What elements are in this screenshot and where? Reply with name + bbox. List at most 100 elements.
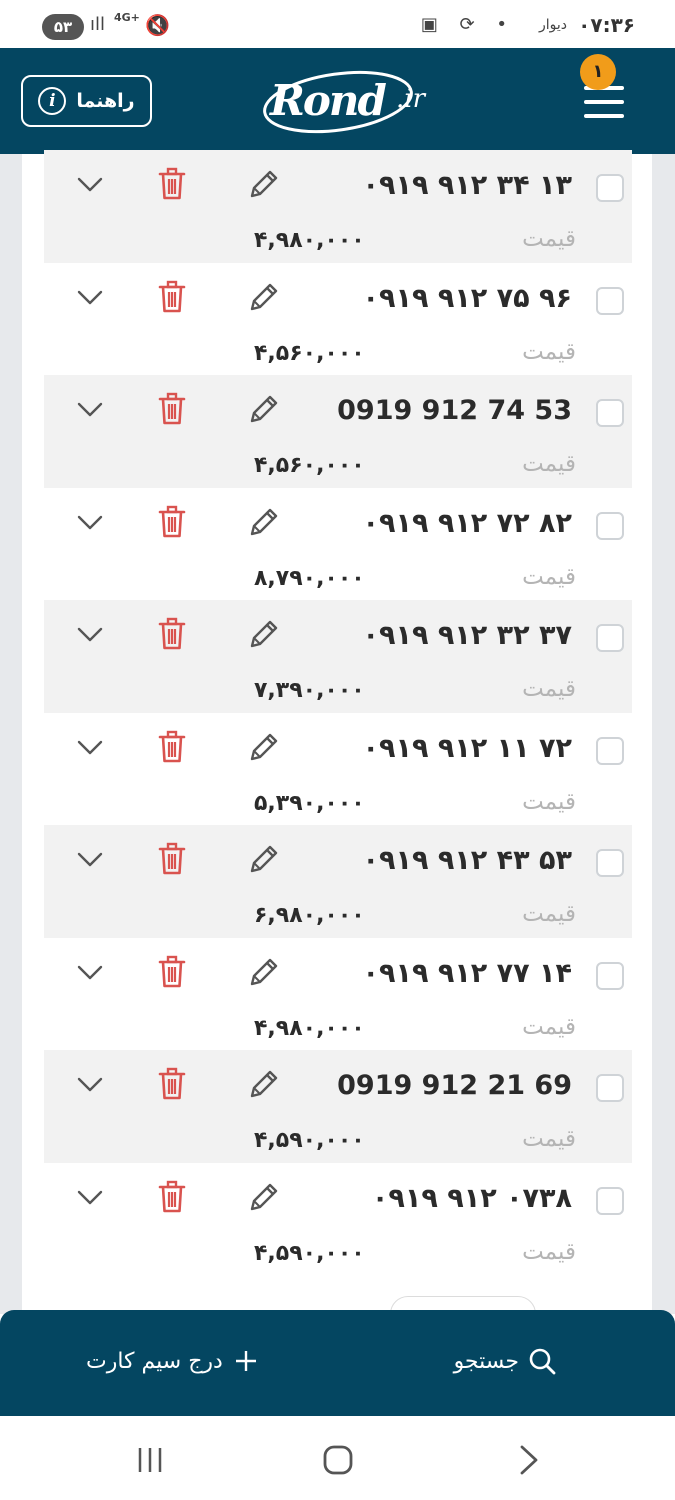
chevron-down-icon[interactable] [70,1064,110,1104]
pencil-icon[interactable] [244,614,284,654]
trash-icon[interactable] [152,389,192,429]
row-checkbox[interactable] [596,961,624,990]
price-label: قیمت [522,338,576,365]
chevron-down-icon[interactable] [70,164,110,204]
price-value: ۷,۳۹۰,۰۰۰ [254,678,365,703]
help-button[interactable]: i راهنما [21,75,152,127]
row-checkbox[interactable] [596,1074,624,1102]
trash-icon[interactable] [152,164,192,204]
price-label: قیمت [522,451,576,477]
add-sim-label: درج سیم کارت [86,1348,223,1374]
system-nav-bar [0,1416,675,1500]
pencil-icon[interactable] [244,277,284,317]
row-checkbox[interactable] [596,399,624,427]
trash-icon[interactable] [152,1064,192,1104]
price-label: قیمت [522,901,576,927]
trash-icon[interactable] [152,277,192,317]
status-notification-icons: ▣ ⟳ • [420,14,515,35]
phone-number: ۰۹۱۹ ۹۱۲ ۷۵ ۹۶ [362,282,572,314]
price-value: ۴,۵۶۰,۰۰۰ [254,340,365,366]
phone-number: ۰۹۱۹ ۹۱۲ ۱۱ ۷۲ [362,732,572,764]
trash-icon[interactable] [152,727,192,767]
price-label: قیمت [522,1013,576,1040]
trash-icon[interactable] [152,614,192,654]
row-checkbox[interactable] [596,174,624,202]
signal-icon: ıll [90,14,106,35]
logo-domain: .ir [396,84,426,114]
row-checkbox[interactable] [596,624,624,652]
price-value: ۴,۹۸۰,۰۰۰ [254,1015,365,1041]
pencil-icon[interactable] [244,727,284,767]
sim-row: 0919 912 21 69 قیمت ۴,۵۹۰,۰۰۰ [44,1050,632,1163]
pencil-icon[interactable] [244,502,284,542]
rond-logo[interactable]: Rond .ir [260,62,435,138]
price-value: ۸,۷۹۰,۰۰۰ [254,565,365,591]
status-bar: ۰۷:۳۶ دیوار ▣ ⟳ • ۵۳ ıll 4G+ 🔇 [0,0,675,48]
help-label: راهنما [76,90,135,112]
row-checkbox[interactable] [596,286,624,315]
logo-text: Rond [270,76,387,125]
price-label: قیمت [522,676,576,702]
pencil-icon[interactable] [244,389,284,429]
chevron-down-icon[interactable] [70,614,110,654]
phone-number: ۰۹۱۹ ۹۱۲ ۴۳ ۵۳ [362,845,572,876]
sim-row: ۰۹۱۹ ۹۱۲ ۷۵ ۹۶ قیمت ۴,۵۶۰,۰۰۰ [44,263,632,376]
sim-row: ۰۹۱۹ ۹۱۲ ۳۴ ۱۳ قیمت ۴,۹۸۰,۰۰۰ [44,150,632,263]
phone-number: 0919 912 74 53 [337,395,572,426]
sim-row: ۰۹۱۹ ۹۱۲ ۳۲ ۳۷ قیمت ۷,۳۹۰,۰۰۰ [44,600,632,713]
back-icon[interactable] [508,1440,548,1480]
row-checkbox[interactable] [596,849,624,877]
phone-number: ۰۹۱۹ ۹۱۲ ۷۲ ۸۲ [362,507,572,539]
price-label: قیمت [522,563,576,590]
pencil-icon[interactable] [244,1177,284,1217]
pencil-icon[interactable] [244,164,284,204]
sim-row: ۰۹۱۹ ۹۱۲ ۰۷۳۸ قیمت ۴,۵۹۰,۰۰۰ [44,1163,632,1276]
chevron-down-icon[interactable] [70,839,110,879]
price-label: قیمت [522,226,576,252]
trash-icon[interactable] [152,952,192,992]
price-value: ۴,۹۸۰,۰۰۰ [254,228,365,253]
mute-icon: 🔇 [145,13,170,37]
chevron-down-icon[interactable] [70,277,110,317]
bottom-action-bar: جستجو درج سیم کارت [0,1310,675,1416]
price-label: قیمت [522,788,576,815]
pencil-icon[interactable] [244,952,284,992]
trash-icon[interactable] [152,1177,192,1217]
sim-row: ۰۹۱۹ ۹۱۲ ۷۷ ۱۴ قیمت ۴,۹۸۰,۰۰۰ [44,938,632,1051]
search-button[interactable]: جستجو [454,1346,557,1376]
price-label: قیمت [522,1238,576,1265]
sim-row: ۰۹۱۹ ۹۱۲ ۱۱ ۷۲ قیمت ۵,۳۹۰,۰۰۰ [44,713,632,826]
add-sim-button[interactable]: درج سیم کارت [86,1346,261,1376]
search-label: جستجو [453,1348,519,1374]
phone-number: 0919 912 21 69 [337,1070,572,1101]
chevron-down-icon[interactable] [70,389,110,429]
trash-icon[interactable] [152,502,192,542]
phone-number: ۰۹۱۹ ۹۱۲ ۳۲ ۳۷ [362,620,572,651]
trash-icon[interactable] [152,839,192,879]
row-checkbox[interactable] [596,511,624,540]
price-value: ۵,۳۹۰,۰۰۰ [254,790,365,816]
battery-indicator: ۵۳ [42,14,84,40]
row-checkbox[interactable] [596,1186,624,1215]
sim-row: 0919 912 74 53 قیمت ۴,۵۶۰,۰۰۰ [44,375,632,488]
row-checkbox[interactable] [596,736,624,765]
phone-number: ۰۹۱۹ ۹۱۲ ۷۷ ۱۴ [362,957,572,989]
status-time: ۰۷:۳۶ [578,13,635,37]
status-app-label: دیوار [538,17,567,33]
chevron-down-icon[interactable] [70,502,110,542]
app-header: i راهنما Rond .ir ۱ [0,48,675,154]
pencil-icon[interactable] [244,1064,284,1104]
pencil-icon[interactable] [244,839,284,879]
sim-row: ۰۹۱۹ ۹۱۲ ۷۲ ۸۲ قیمت ۸,۷۹۰,۰۰۰ [44,488,632,601]
chevron-down-icon[interactable] [70,1177,110,1217]
home-icon[interactable] [318,1440,358,1480]
price-value: ۴,۵۶۰,۰۰۰ [254,453,365,478]
price-label: قیمت [522,1126,576,1152]
chevron-down-icon[interactable] [70,727,110,767]
network-type: 4G+ [114,11,140,24]
info-icon: i [38,87,67,115]
chevron-down-icon[interactable] [70,952,110,992]
phone-number: ۰۹۱۹ ۹۱۲ ۰۷۳۸ [371,1182,572,1214]
recent-apps-icon[interactable] [130,1440,170,1480]
price-value: ۶,۹۸۰,۰۰۰ [254,903,365,928]
